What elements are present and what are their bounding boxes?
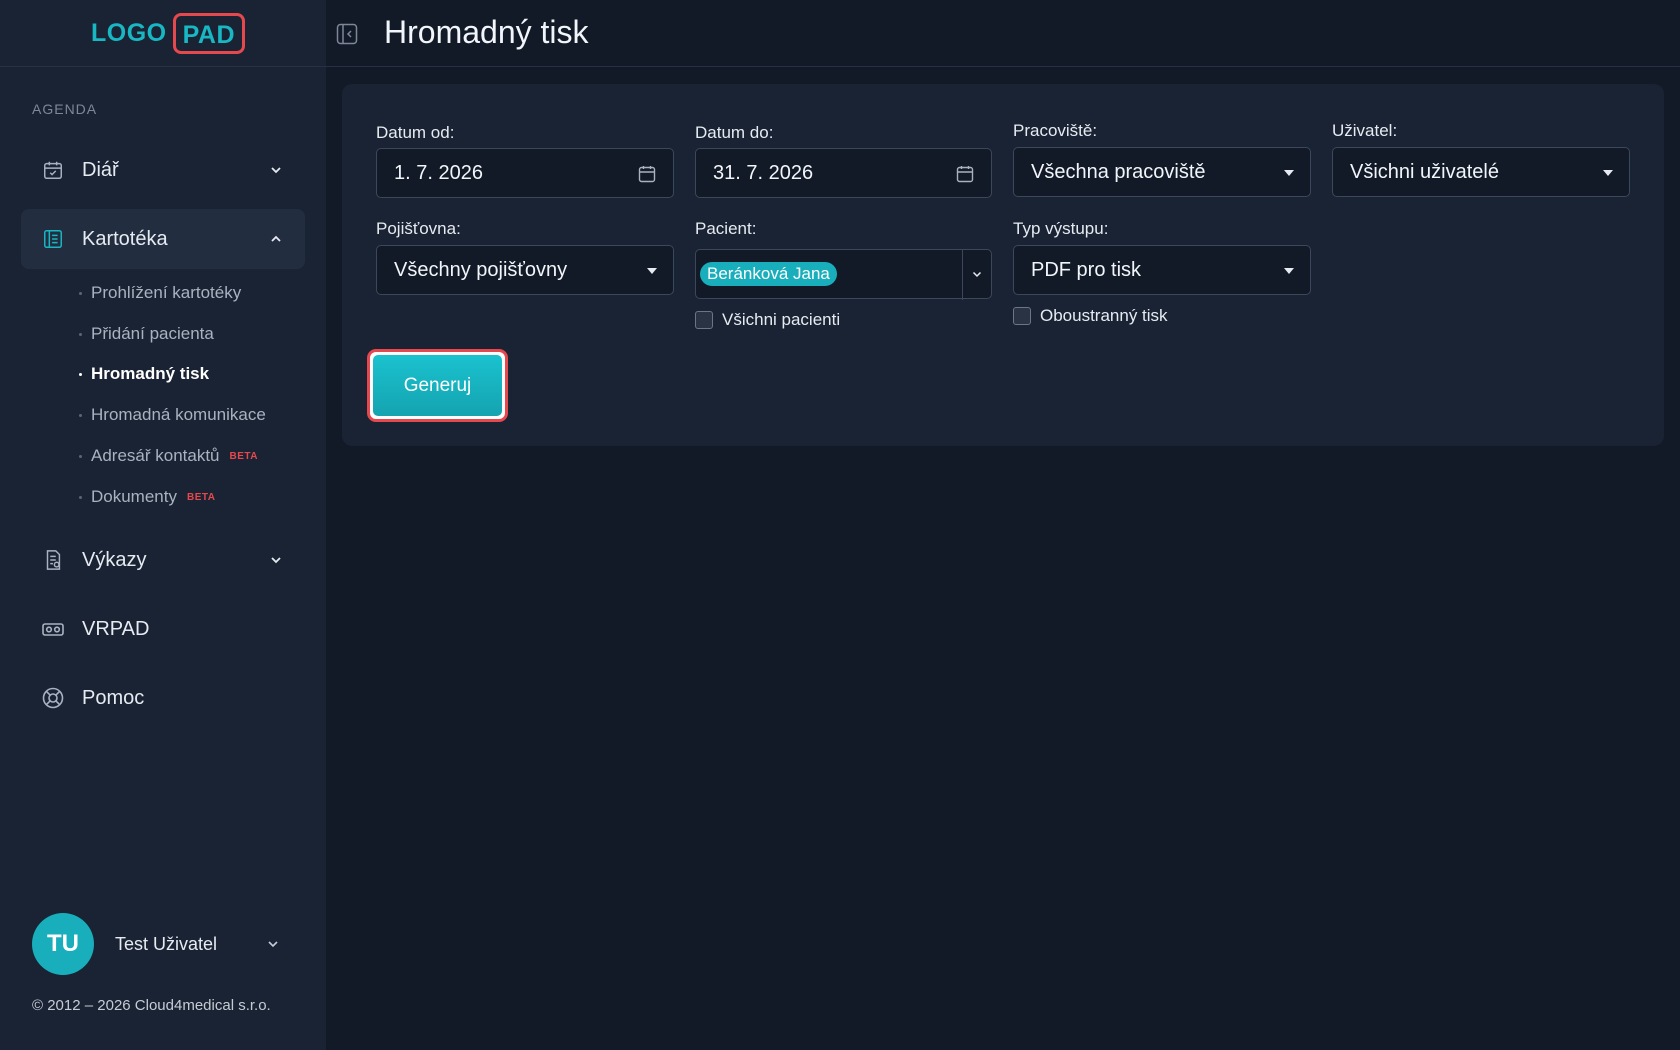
subitem-label: Hromadný tisk (91, 364, 210, 383)
chevron-down-icon (271, 557, 281, 564)
bullet-dot (79, 454, 82, 458)
insurer-value: Všechny pojišťovny (394, 258, 568, 281)
caret-down-icon (647, 268, 657, 274)
bullet-dot (79, 372, 82, 376)
section-label-agenda: AGENDA (32, 101, 98, 117)
date-from-input[interactable]: 1. 7. 2026 (376, 148, 674, 198)
sidebar-item-label: Pomoc (82, 686, 145, 709)
sidebar-subitem-komunikace[interactable]: Hromadná komunikace (79, 403, 266, 427)
sidebar-subitem-adresar[interactable]: Adresář kontaktů BETA (79, 444, 258, 468)
bullet-dot (79, 332, 82, 336)
user-menu[interactable]: TU Test Uživatel (32, 913, 292, 975)
bullet-dot (79, 413, 82, 417)
logo[interactable]: LOGO PAD (91, 13, 246, 54)
sidebar-subitem-pridani[interactable]: Přidání pacienta (79, 322, 214, 346)
insurer-label: Pojišťovna: (376, 219, 461, 238)
copyright: © 2012 – 2026 Cloud4medical s.r.o. (32, 997, 271, 1014)
date-to-value: 31. 7. 2026 (713, 161, 814, 184)
sidebar-subitem-prohlizeni[interactable]: Prohlížení kartotéky (79, 281, 241, 305)
subitem-label: Adresář kontaktů (91, 446, 220, 465)
logo-text-right: PAD (172, 13, 246, 54)
sidebar-item-label: VRPAD (82, 617, 150, 640)
beta-badge: BETA (229, 450, 258, 462)
bullet-dot (79, 291, 82, 295)
caret-down-icon (1284, 268, 1294, 274)
all-patients-label: Všichni pacienti (722, 310, 841, 329)
caret-down-icon (1603, 170, 1613, 176)
user-value: Všichni uživatelé (1350, 160, 1499, 183)
sidebar: LOGO PAD AGENDA Diář Kartotéka Prohlížen… (0, 0, 326, 1050)
logo-text-left: LOGO (91, 19, 167, 47)
sidebar-subitem-dokumenty[interactable]: Dokumenty BETA (79, 485, 215, 509)
multiselect-divider (962, 250, 963, 300)
generate-button[interactable]: Generuj (373, 355, 502, 416)
sidebar-item-label: Kartotéka (82, 227, 168, 250)
all-patients-checkbox-row[interactable]: Všichni pacienti (695, 310, 840, 330)
calendar-check-icon (41, 158, 65, 182)
patient-multiselect[interactable]: Beránková Jana (695, 249, 992, 300)
chevron-down-icon (268, 941, 278, 948)
date-to-input[interactable]: 31. 7. 2026 (695, 148, 992, 198)
header-divider (326, 66, 1680, 67)
subitem-label: Prohlížení kartotéky (91, 283, 242, 302)
all-patients-checkbox[interactable] (695, 311, 713, 329)
subitem-label: Hromadná komunikace (91, 405, 266, 424)
logo-area: LOGO PAD (0, 0, 326, 67)
output-type-select[interactable]: PDF pro tisk (1013, 245, 1311, 295)
duplex-checkbox-row[interactable]: Oboustranný tisk (1013, 306, 1168, 326)
user-select[interactable]: Všichni uživatelé (1332, 147, 1630, 197)
duplex-label: Oboustranný tisk (1040, 306, 1168, 325)
card-file-icon (41, 227, 65, 251)
user-name: Test Uživatel (115, 933, 218, 954)
caret-down-icon (1284, 170, 1294, 176)
report-icon (41, 548, 65, 572)
lifebuoy-icon (41, 686, 65, 710)
sidebar-item-vrpad[interactable]: VRPAD (21, 599, 305, 659)
insurer-select[interactable]: Všechny pojišťovny (376, 245, 674, 295)
page-title: Hromadný tisk (384, 14, 589, 50)
sidebar-item-pomoc[interactable]: Pomoc (21, 668, 305, 728)
sidebar-item-label: Výkazy (82, 548, 147, 571)
sidebar-subitem-hromadny-tisk[interactable]: Hromadný tisk (79, 362, 209, 386)
avatar: TU (32, 913, 94, 975)
sidebar-item-vykazy[interactable]: Výkazy (21, 530, 305, 590)
sidebar-item-label: Diář (82, 158, 119, 181)
beta-badge: BETA (186, 491, 216, 503)
date-from-value: 1. 7. 2026 (394, 161, 483, 184)
patient-tag[interactable]: Beránková Jana (700, 262, 837, 286)
workplace-label: Pracoviště: (1013, 121, 1098, 140)
patient-label: Pacient: (695, 219, 757, 238)
sidebar-collapse-icon[interactable] (336, 23, 358, 45)
date-to-label: Datum do: (695, 123, 774, 142)
date-from-label: Datum od: (376, 123, 455, 142)
generate-button-highlight: Generuj (367, 349, 508, 422)
workplace-value: Všechna pracoviště (1031, 160, 1206, 183)
chevron-down-icon (271, 167, 281, 174)
output-type-value: PDF pro tisk (1031, 258, 1142, 281)
chevron-up-icon (271, 235, 281, 242)
sidebar-item-diar[interactable]: Diář (21, 140, 305, 200)
vr-headset-icon (41, 617, 65, 641)
workplace-select[interactable]: Všechna pracoviště (1013, 147, 1311, 197)
user-label: Uživatel: (1332, 121, 1398, 140)
bullet-dot (79, 495, 82, 499)
chevron-down-icon[interactable] (971, 268, 983, 280)
subitem-label: Dokumenty (91, 487, 177, 506)
sidebar-item-kartoteka[interactable]: Kartotéka (21, 209, 305, 269)
output-type-label: Typ výstupu: (1013, 219, 1109, 238)
subitem-label: Přidání pacienta (91, 324, 214, 343)
calendar-icon[interactable] (955, 164, 975, 184)
duplex-checkbox[interactable] (1013, 307, 1031, 325)
calendar-icon[interactable] (637, 164, 657, 184)
